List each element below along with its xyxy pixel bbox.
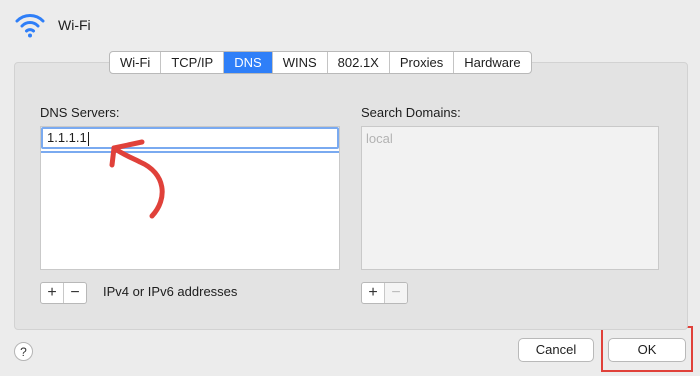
help-button[interactable]: ? [14,342,33,361]
dns-servers-hint: IPv4 or IPv6 addresses [103,284,238,299]
tab-dns[interactable]: DNS [224,52,273,73]
tab-tcpip[interactable]: TCP/IP [161,52,225,73]
ok-button[interactable]: OK [608,338,686,362]
dns-settings-panel: DNS Servers: 1.1.1.1 + − IPv4 or IPv6 ad… [14,62,688,330]
window-header: Wi-Fi [14,10,91,40]
tab-wins[interactable]: WINS [273,52,328,73]
dns-servers-list[interactable]: 1.1.1.1 [40,126,340,270]
search-domains-placeholder: local [366,131,393,146]
add-dns-server-button[interactable]: + [41,283,63,303]
wifi-icon [15,14,45,38]
tab-8021x[interactable]: 802.1X [328,52,390,73]
tab-wifi[interactable]: Wi-Fi [110,52,162,73]
text-caret [87,131,89,146]
cancel-button[interactable]: Cancel [518,338,594,362]
dns-server-entry-text: 1.1.1.1 [47,130,87,145]
remove-search-domain-button[interactable]: − [384,283,407,303]
search-domains-list[interactable]: local [361,126,659,270]
tab-proxies[interactable]: Proxies [390,52,455,73]
window-title: Wi-Fi [58,17,91,33]
dns-server-entry[interactable]: 1.1.1.1 [41,127,339,149]
add-search-domain-button[interactable]: + [362,283,384,303]
remove-dns-server-button[interactable]: − [63,283,86,303]
tab-hardware[interactable]: Hardware [454,52,530,73]
selection-underline [41,151,339,153]
dns-servers-label: DNS Servers: [40,105,120,120]
search-domains-label: Search Domains: [361,105,461,120]
tab-bar: Wi-Fi TCP/IP DNS WINS 802.1X Proxies Har… [109,51,532,74]
search-domains-add-remove: + − [361,282,408,304]
dns-servers-add-remove: + − [40,282,87,304]
